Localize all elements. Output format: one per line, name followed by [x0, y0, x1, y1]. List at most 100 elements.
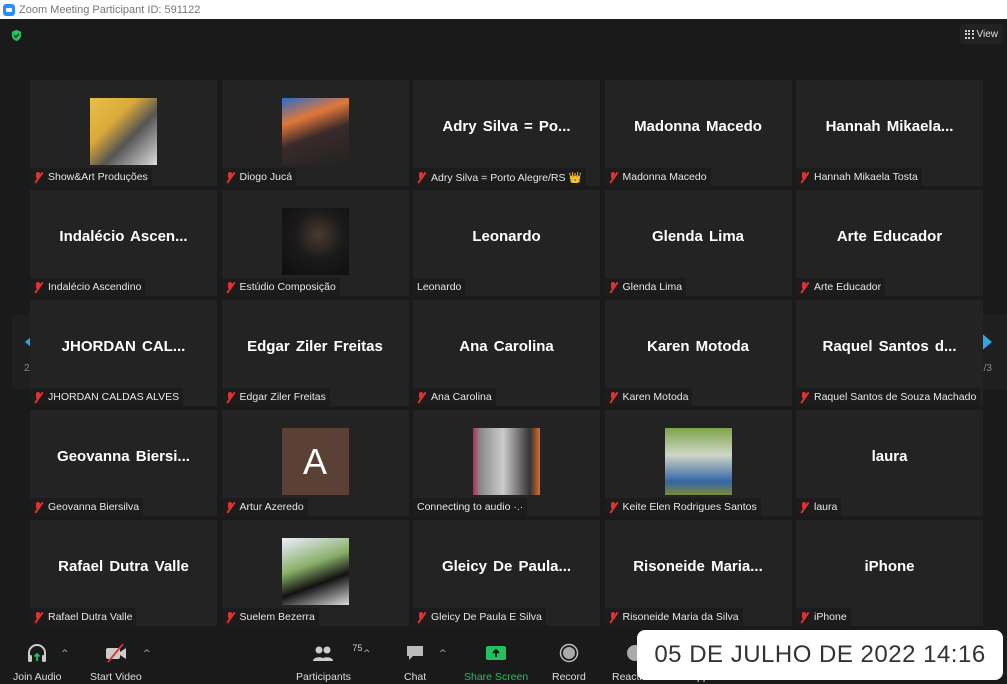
participant-name: Hannah Mikaela Tosta [814, 171, 918, 183]
video-options-caret[interactable]: ^ [143, 649, 151, 659]
participants-button[interactable]: 75 Participants [296, 641, 362, 683]
share-screen-icon [486, 646, 507, 660]
participant-tile[interactable]: Diogo Jucá [221, 80, 409, 186]
participant-name-label: Leonardo [413, 278, 466, 296]
view-button[interactable]: View [959, 24, 1003, 44]
participant-name: Artur Azeredo [239, 501, 304, 513]
shield-check-icon[interactable] [10, 29, 23, 42]
participant-name: Ana Carolina [431, 391, 492, 403]
timestamp-overlay: 05 DE JULHO DE 2022 14:16 [637, 630, 1003, 680]
participant-name-label: Adry Silva = Porto Alegre/RS 👑 [413, 168, 586, 186]
record-icon [559, 643, 579, 663]
mic-muted-icon [609, 171, 618, 183]
mic-muted-icon [226, 501, 235, 513]
participant-display-name: Glenda Lima [651, 228, 745, 245]
participant-display-name: JHORDAN CAL... [61, 338, 186, 355]
participant-name: Glenda Lima [622, 281, 683, 293]
participant-tile[interactable]: Suelem Bezerra [221, 520, 409, 626]
participant-tile[interactable]: Estúdio Composição [221, 190, 409, 296]
participant-tile[interactable]: Geovanna Biersi... Geovanna Biersilva [30, 410, 217, 516]
participant-name: Show&Art Produções [48, 171, 148, 183]
participant-name-label: Indalécio Ascendino [30, 278, 146, 296]
headphones-icon [28, 644, 47, 662]
participant-name: Arte Educador [814, 281, 882, 293]
participant-name-label: Glenda Lima [604, 278, 687, 296]
participant-display-name: laura [871, 448, 908, 465]
participant-display-name: Madonna Macedo [634, 118, 762, 135]
participant-tile[interactable]: iPhone iPhone [796, 520, 983, 626]
participants-count: 75 [352, 643, 363, 653]
record-label: Record [552, 671, 586, 683]
mic-muted-icon [226, 171, 235, 183]
chat-icon [407, 646, 424, 660]
mic-muted-icon [800, 611, 809, 623]
participant-name-label: Connecting to audio ·.· [413, 498, 528, 516]
participant-name: Karen Motoda [622, 391, 689, 403]
mic-muted-icon [609, 391, 618, 403]
participant-name-label: Raquel Santos de Souza Machado [796, 388, 981, 406]
participant-tile[interactable]: Ana Carolina Ana Carolina [413, 300, 600, 406]
participant-tile[interactable]: Arte Educador Arte Educador [796, 190, 983, 296]
participant-tile[interactable]: laura laura [796, 410, 983, 516]
participant-name: Adry Silva = Porto Alegre/RS 👑 [431, 171, 582, 184]
participant-name: JHORDAN CALDAS ALVES [48, 391, 180, 403]
mic-muted-icon [34, 281, 43, 293]
participant-name: Estúdio Composição [239, 281, 336, 293]
participant-name-label: Show&Art Produções [30, 168, 152, 186]
join-audio-button[interactable]: Join Audio [13, 641, 61, 683]
participant-tile[interactable]: A Artur Azeredo [221, 410, 409, 516]
participant-display-name: Gleicy De Paula... [441, 558, 572, 575]
participants-options-caret[interactable]: ^ [363, 649, 371, 659]
participant-tile[interactable]: Show&Art Produções [30, 80, 217, 186]
zoom-app-icon [3, 3, 15, 16]
chat-options-caret[interactable]: ^ [439, 649, 447, 659]
participant-tile[interactable]: Leonardo Leonardo [413, 190, 600, 296]
participant-tile[interactable]: Madonna Macedo Madonna Macedo [604, 80, 792, 186]
participant-avatar [90, 98, 157, 165]
record-button[interactable]: Record [552, 641, 586, 683]
participant-tile[interactable]: Karen Motoda Karen Motoda [604, 300, 792, 406]
participant-display-name: iPhone [864, 558, 915, 575]
participant-tile[interactable]: Indalécio Ascen... Indalécio Ascendino [30, 190, 217, 296]
participant-tile[interactable]: Keite Elen Rodrigues Santos [604, 410, 792, 516]
participant-name-label: iPhone [796, 608, 851, 626]
participant-tile[interactable]: Risoneide Maria... Risoneide Maria da Sil… [604, 520, 792, 626]
start-video-button[interactable]: Start Video [90, 641, 142, 683]
participant-tile[interactable]: Edgar Ziler Freitas Edgar Ziler Freitas [221, 300, 409, 406]
participant-name-label: Risoneide Maria da Silva [604, 608, 743, 626]
participants-label: Participants [296, 671, 351, 683]
mic-muted-icon [417, 171, 426, 183]
view-label: View [976, 28, 999, 40]
mic-muted-icon [34, 501, 43, 513]
participant-tile[interactable]: JHORDAN CAL... JHORDAN CALDAS ALVES [30, 300, 217, 406]
participant-name: Edgar Ziler Freitas [239, 391, 326, 403]
video-off-icon [105, 643, 126, 663]
participant-tile[interactable]: Glenda Lima Glenda Lima [604, 190, 792, 296]
participant-display-name: Indalécio Ascen... [59, 228, 188, 245]
participant-avatar [281, 538, 349, 605]
participant-tile[interactable]: Gleicy De Paula... Gleicy De Paula E Silv… [413, 520, 600, 626]
share-screen-button[interactable]: Share Screen [464, 641, 528, 683]
grid-view-icon [964, 29, 974, 39]
chat-button[interactable]: Chat [404, 641, 426, 683]
participant-avatar [664, 428, 732, 495]
participant-display-name: Risoneide Maria... [633, 558, 763, 575]
participant-name-label: laura [796, 498, 842, 516]
mic-muted-icon [226, 391, 235, 403]
mic-muted-icon [417, 611, 426, 623]
audio-options-caret[interactable]: ^ [61, 649, 69, 659]
participant-name: Raquel Santos de Souza Machado [814, 391, 977, 403]
participant-name-label: Suelem Bezerra [221, 608, 319, 626]
mic-muted-icon [226, 281, 235, 293]
participant-tile[interactable]: Hannah Mikaela... Hannah Mikaela Tosta [796, 80, 983, 186]
participants-icon [313, 646, 334, 661]
participant-tile[interactable]: Rafael Dutra Valle Rafael Dutra Valle [30, 520, 217, 626]
mic-muted-icon [34, 391, 43, 403]
participant-name: Connecting to audio ·.· [417, 501, 524, 513]
participant-tile[interactable]: Raquel Santos d... Raquel Santos de Souza… [796, 300, 983, 406]
participant-name: Indalécio Ascendino [48, 281, 142, 293]
participant-tile[interactable]: Adry Silva = Po... Adry Silva = Porto Ale… [413, 80, 600, 186]
participant-name: laura [814, 501, 838, 513]
participant-tile[interactable]: Connecting to audio ·.· [413, 410, 600, 516]
mic-muted-icon [34, 611, 43, 623]
